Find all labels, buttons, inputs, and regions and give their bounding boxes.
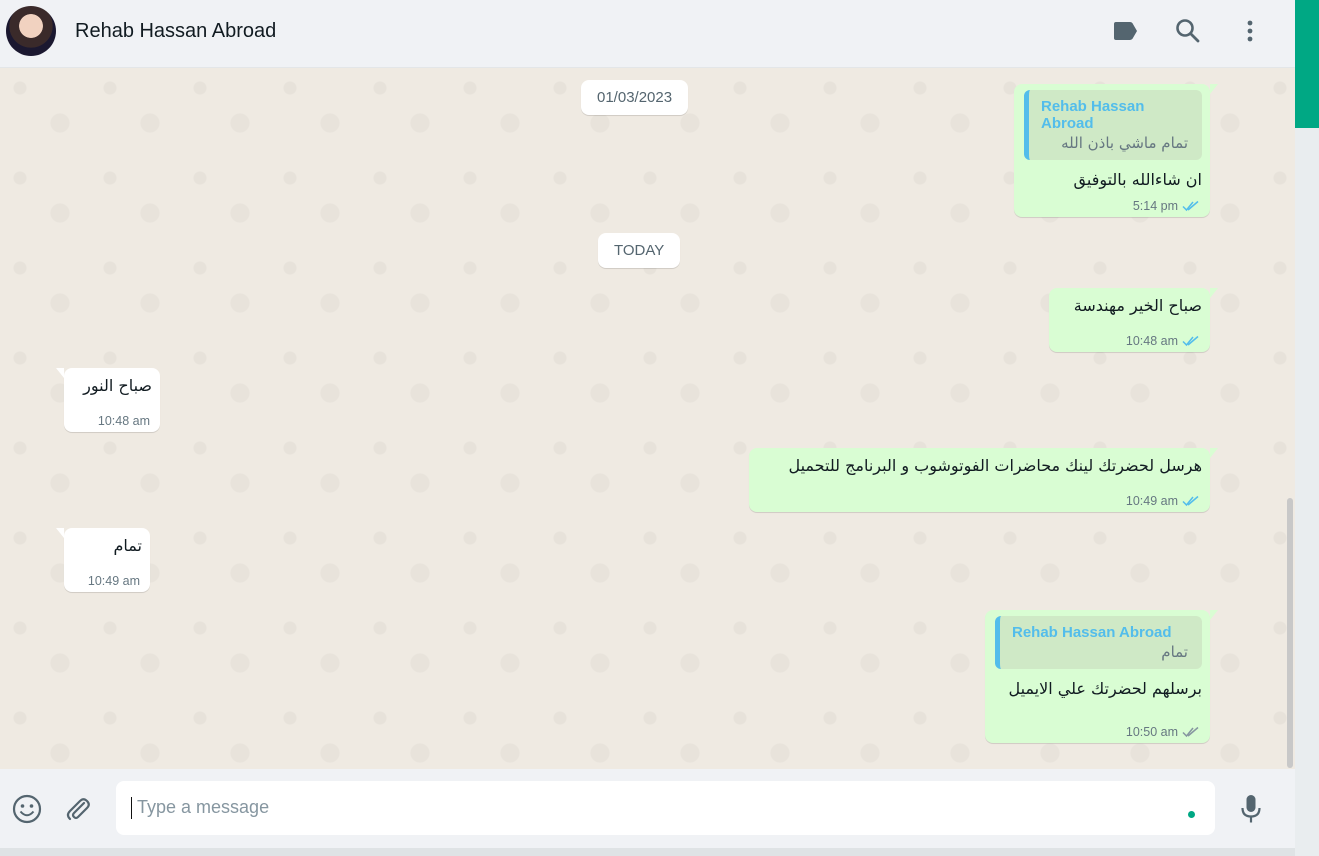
message-bubble-incoming[interactable]: تمام 10:49 am <box>56 528 150 592</box>
accent-bar <box>1295 0 1319 128</box>
quoted-message[interactable]: Rehab Hassan Abroad تمام ماشي باذن الله <box>1024 90 1202 160</box>
message-meta: 10:49 am <box>1126 494 1200 508</box>
message-time: 5:14 pm <box>1132 199 1178 213</box>
read-ticks-icon <box>1182 495 1199 507</box>
message-list[interactable]: 01/03/2023 Rehab Hassan Abroad تمام ماشي… <box>0 68 1295 769</box>
chat-header: Rehab Hassan Abroad <box>0 0 1295 68</box>
message-text: ان شاءالله بالتوفيق <box>1073 170 1202 189</box>
contact-name[interactable]: Rehab Hassan Abroad <box>75 20 276 43</box>
quote-author: Rehab Hassan Abroad <box>1041 98 1145 132</box>
message-meta: 10:48 am <box>98 414 150 428</box>
composer: Type a message <box>0 769 1295 848</box>
message-bubble-outgoing[interactable]: Rehab Hassan Abroad تمام برسلهم لحضرتك ع… <box>985 610 1218 743</box>
message-bubble-incoming[interactable]: صباح النور 10:48 am <box>56 368 160 432</box>
message-text: هرسل لحضرتك لينك محاضرات الفوتوشوب و الب… <box>788 456 1202 475</box>
message-time: 10:48 am <box>1125 334 1178 348</box>
message-bubble-outgoing[interactable]: صباح الخير مهندسة 10:48 am <box>1049 288 1218 352</box>
message-input-placeholder: Type a message <box>137 797 270 817</box>
message-bubble-outgoing[interactable]: هرسل لحضرتك لينك محاضرات الفوتوشوب و الب… <box>749 448 1218 512</box>
message-input[interactable]: Type a message <box>116 781 1215 835</box>
message-time: 10:48 am <box>97 414 150 428</box>
menu-icon[interactable] <box>1236 17 1264 45</box>
date-chip: 01/03/2023 <box>581 80 689 115</box>
message-time: 10:49 am <box>87 574 140 588</box>
contact-avatar[interactable] <box>6 6 56 56</box>
message-meta: 5:14 pm <box>1133 199 1200 213</box>
quote-text: تمام ماشي باذن الله <box>1061 134 1188 152</box>
text-caret <box>131 797 132 819</box>
message-bubble-outgoing[interactable]: Rehab Hassan Abroad تمام ماشي باذن الله … <box>1014 84 1218 217</box>
message-meta: 10:49 am <box>88 574 140 588</box>
message-meta: 10:48 am <box>1126 334 1200 348</box>
quote-author: Rehab Hassan Abroad <box>1012 624 1172 641</box>
delivered-ticks-icon <box>1182 726 1199 738</box>
message-time: 10:50 am <box>1125 725 1178 739</box>
message-meta: 10:50 am <box>1126 725 1200 739</box>
quote-text: تمام <box>1161 643 1188 661</box>
message-text: صباح الخير مهندسة <box>1073 296 1202 315</box>
chat-scrollbar[interactable] <box>1287 498 1293 768</box>
microphone-icon[interactable] <box>1236 794 1266 824</box>
read-ticks-icon <box>1182 335 1199 347</box>
message-text: برسلهم لحضرتك علي الايميل <box>1008 679 1202 698</box>
search-icon[interactable] <box>1174 17 1202 45</box>
bottom-edge <box>0 848 1295 856</box>
emoji-icon[interactable] <box>12 794 42 824</box>
status-dot <box>1188 811 1195 818</box>
quoted-message[interactable]: Rehab Hassan Abroad تمام <box>995 616 1202 669</box>
read-ticks-icon <box>1182 200 1199 212</box>
date-chip: TODAY <box>598 233 681 268</box>
attach-icon[interactable] <box>63 794 93 824</box>
label-icon[interactable] <box>1111 17 1139 45</box>
window-edge <box>1295 0 1319 856</box>
message-text: تمام <box>113 536 142 555</box>
message-time: 10:49 am <box>1125 494 1178 508</box>
message-text: صباح النور <box>83 376 152 395</box>
